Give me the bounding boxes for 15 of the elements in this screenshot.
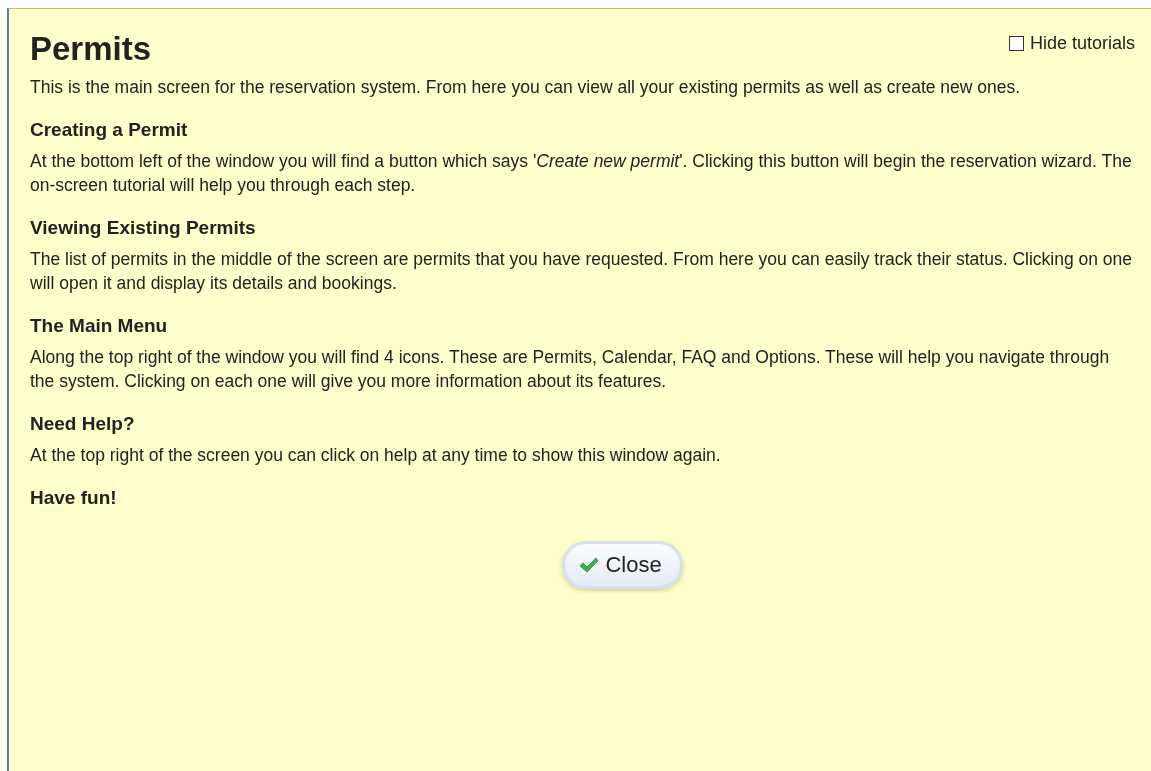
hide-tutorials-checkbox[interactable] <box>1008 36 1024 51</box>
hide-tutorials-label[interactable]: Hide tutorials <box>1029 33 1135 54</box>
intro-text: This is the main screen for the reservation system. From here you can view all your existing permits as well as create new ones. <box>30 75 1022 99</box>
checkmark-icon <box>579 556 600 573</box>
section-text: Along the top right of the window you will find 4 icons. These are Permits, Calendar, FAQ and Options. These will help you navigate through the system. Clicking on each one will give you more information about its features. <box>30 345 1111 393</box>
section-heading: Have fun! <box>30 485 118 510</box>
section-text: The list of permits in the middle of the screen are permits that you have requested. From here you can easily track their status. Clicking on one will open it and display its details and bookings. <box>30 247 1134 295</box>
panel-title: Permits <box>30 29 152 69</box>
section-text: At the bottom left of the window you will find a button which says 'Create new permit'. Clicking this button will begin the reservation wizard. The on-screen tutorial will help you through each step. <box>30 149 1133 197</box>
section-heading: Need Help? <box>30 411 136 436</box>
section-heading: Creating a Permit <box>30 117 189 142</box>
section-text: At the top right of the screen you can click on help at any time to show this window again. <box>30 443 722 467</box>
section-heading: Viewing Existing Permits <box>30 215 257 240</box>
section-heading: The Main Menu <box>30 313 169 338</box>
close-button[interactable]: Close <box>562 540 683 589</box>
